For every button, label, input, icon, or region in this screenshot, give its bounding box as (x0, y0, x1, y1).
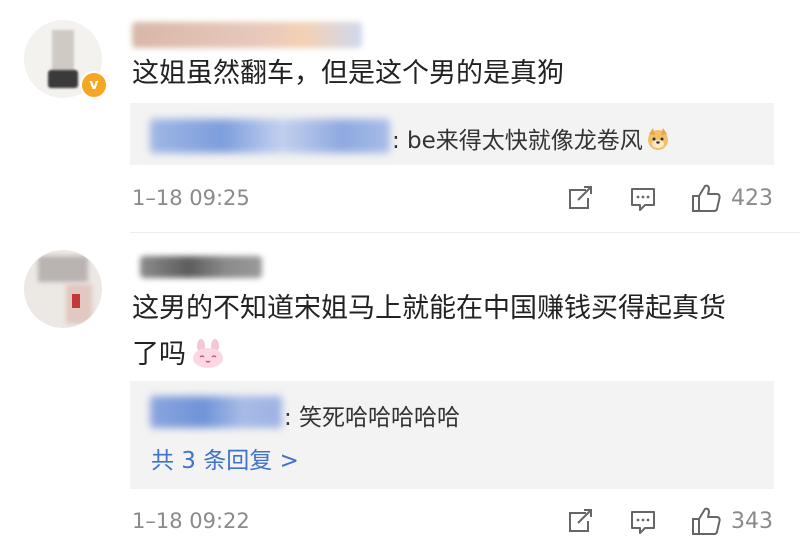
reply-text: : be来得太快就像龙卷风 (392, 121, 671, 155)
reply-author-blurred[interactable] (150, 396, 282, 428)
view-more-replies-link[interactable]: 共 3 条回复 > (151, 441, 299, 475)
like-icon[interactable] (690, 506, 722, 536)
comment-text: 这姐虽然翻车，但是这个男的是真狗 (132, 58, 564, 89)
verified-badge-icon: v (80, 71, 108, 99)
comment-text: 这男的不知道宋姐马上就能在中国赚钱买得起真货 了吗 (132, 286, 782, 378)
reply-text: : 笑死哈哈哈哈哈 (284, 405, 461, 431)
comment-text-line: 了吗 (132, 339, 186, 370)
comment-text-line: 这男的不知道宋姐马上就能在中国赚钱买得起真货 (132, 293, 726, 324)
comment-timestamp: 1–18 09:22 (132, 509, 250, 533)
comment-icon[interactable] (629, 186, 657, 212)
share-icon[interactable] (566, 186, 594, 212)
comment-icon[interactable] (629, 509, 657, 535)
comment-timestamp: 1–18 09:25 (132, 186, 250, 210)
reply-author-blurred[interactable] (150, 119, 390, 153)
comment-divider (130, 232, 800, 233)
commenter-avatar[interactable] (24, 250, 102, 328)
like-count: 423 (731, 186, 773, 211)
dog-emoji-icon (647, 128, 668, 150)
commenter-name-blurred[interactable] (140, 256, 262, 278)
commenter-name-blurred[interactable] (132, 22, 362, 48)
like-icon[interactable] (690, 183, 722, 213)
bunny-emoji-icon (193, 339, 223, 368)
like-count: 343 (731, 509, 773, 534)
reply-text-content: : be来得太快就像龙卷风 (392, 128, 643, 154)
share-icon[interactable] (566, 509, 594, 535)
